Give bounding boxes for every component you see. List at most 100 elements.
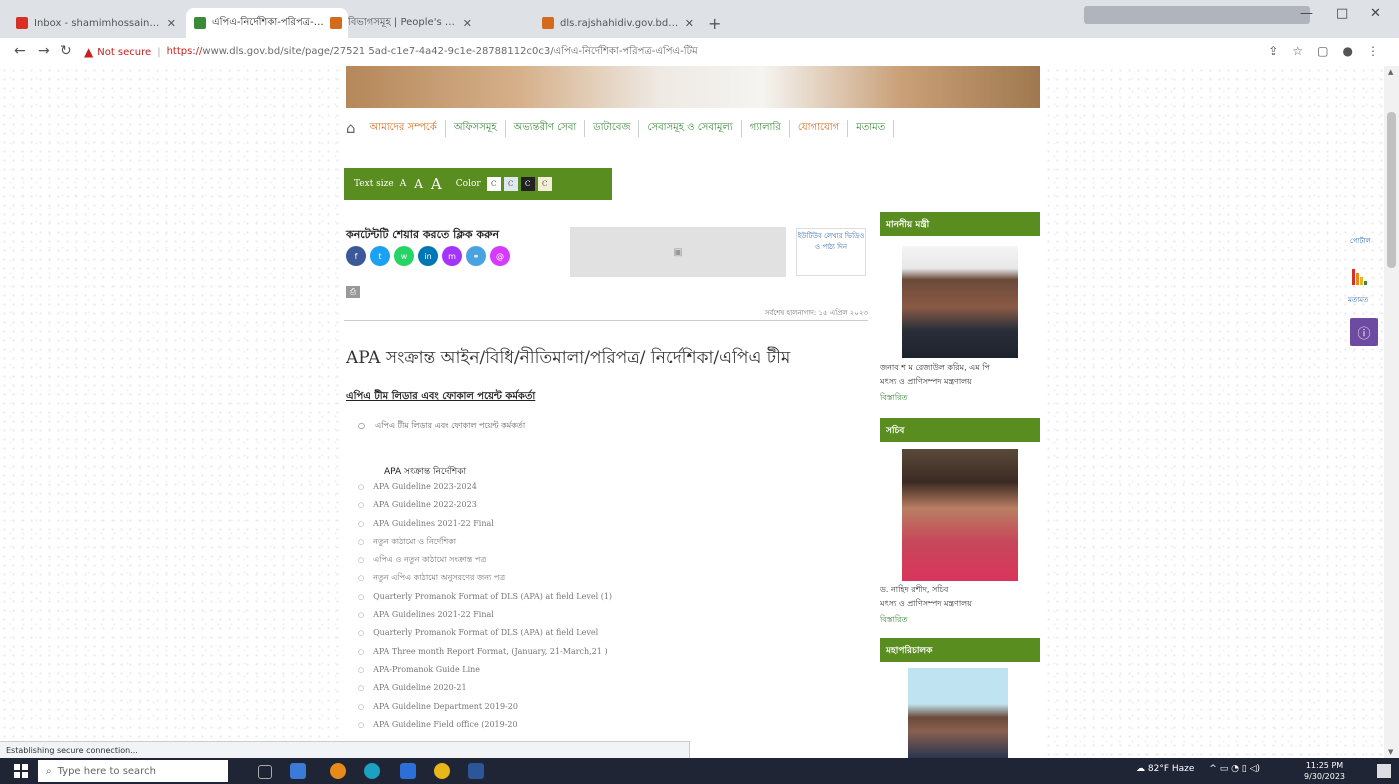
list-item[interactable]: নতুন কাঠামো ও নির্দেশিকা <box>358 533 612 551</box>
tab-close-icon[interactable]: ✕ <box>167 17 176 30</box>
messenger-icon[interactable]: m <box>442 246 462 266</box>
list-item[interactable]: APA Guideline 2022-2023 <box>358 496 612 514</box>
feedback-label[interactable]: মতামত <box>1348 294 1368 306</box>
word-icon[interactable] <box>468 763 484 779</box>
home-icon[interactable]: ⌂ <box>346 119 356 137</box>
guideline-list: APA Guideline 2023-2024APA Guideline 202… <box>358 478 612 734</box>
text-size-large[interactable]: A <box>431 175 442 193</box>
edge-icon[interactable] <box>364 763 380 779</box>
facebook-icon[interactable]: f <box>346 246 366 266</box>
menu-item[interactable]: ডাটাবেজ <box>585 119 640 137</box>
color-scheme-button[interactable]: C <box>520 177 535 191</box>
image-placeholder-icon: ▣ <box>673 246 683 258</box>
tray-icons[interactable]: ^ ▭ ◔ ▯ ◁) <box>1209 764 1260 774</box>
scroll-up-icon[interactable]: ▲ <box>1388 68 1393 76</box>
secretary-photo <box>902 449 1018 581</box>
list-item[interactable]: APA Guidelines 2021-22 Final <box>358 606 612 624</box>
list-item[interactable]: APA Guidelines 2021-22 Final <box>358 515 612 533</box>
text-size-medium[interactable]: A <box>414 177 423 191</box>
browser-app-icon[interactable] <box>330 763 346 779</box>
clock[interactable]: 11:25 PM 9/30/2023 <box>1304 760 1345 782</box>
print-icon[interactable]: ⎙ <box>346 286 360 298</box>
security-label[interactable]: Not secure <box>97 47 151 58</box>
chrome-icon[interactable] <box>434 763 450 779</box>
list-item[interactable]: APA Three month Report Format, (January,… <box>358 643 612 661</box>
tab-close-icon[interactable]: ✕ <box>463 17 472 30</box>
list-item[interactable]: নতুন এপিএ কাঠামো অনুসরণের জন্য পত্র <box>358 569 612 587</box>
section-heading-team: এপিএ টীম লিডার এবং ফোকাল পয়েন্ট কর্মকর্… <box>346 391 536 402</box>
portal-label[interactable]: পোর্টাল <box>1350 235 1371 247</box>
email-icon[interactable]: @ <box>490 246 510 266</box>
minimize-button[interactable]: — <box>1300 6 1313 21</box>
menu-item[interactable]: অফিসসমূহ <box>446 119 506 137</box>
list-item[interactable]: Quarterly Promanok Format of DLS (APA) a… <box>358 624 612 642</box>
start-windows-icon[interactable] <box>14 764 28 778</box>
task-view-icon[interactable] <box>258 765 272 779</box>
taskbar-search-placeholder: Type here to search <box>57 765 156 777</box>
minister-details-link[interactable]: বিস্তারিত <box>880 392 908 405</box>
tab-close-icon[interactable]: ✕ <box>685 17 694 30</box>
taskbar-search[interactable]: ⌕ Type here to search <box>38 760 228 782</box>
back-icon[interactable]: ← <box>14 43 26 59</box>
share-icon[interactable]: ⇪ <box>1268 44 1278 58</box>
chart-icon[interactable] <box>1351 267 1371 287</box>
decorative-pattern-left <box>0 66 340 758</box>
warning-icon: ▲ <box>84 45 94 59</box>
bookmark-star-icon[interactable]: ☆ <box>1292 44 1303 58</box>
tab-favicon-icon <box>330 17 342 29</box>
close-window-button[interactable]: ✕ <box>1370 6 1381 21</box>
team-leader-link[interactable]: এপিএ টীম লিডার এবং ফোকাল পয়েন্ট কর্মকর্… <box>375 421 525 430</box>
reload-icon[interactable]: ↻ <box>60 43 72 59</box>
color-scheme-button[interactable]: C <box>537 177 552 191</box>
list-item[interactable]: এপিএ ও নতুন কাঠামো সংক্রান্ত পত্র <box>358 551 612 569</box>
menu-dots-icon[interactable]: ⋮ <box>1367 44 1379 58</box>
embedded-media-placeholder[interactable]: ▣ <box>570 227 786 277</box>
list-item[interactable]: APA Guideline Field office (2019-20 <box>358 716 612 734</box>
menu-item[interactable]: সেবাসমূহ ও সেবামূল্য <box>639 119 742 137</box>
notification-icon[interactable] <box>1377 764 1391 778</box>
secretary-details-link[interactable]: বিস্তারিত <box>880 614 908 627</box>
link-icon[interactable]: ⚭ <box>466 246 486 266</box>
vertical-scrollbar[interactable]: ▲ ▼ <box>1384 66 1399 758</box>
file-explorer-icon[interactable] <box>290 763 306 779</box>
forward-icon[interactable]: → <box>38 43 50 59</box>
secretary-name: ড. নাহিদ রশীদ, সচিব <box>880 585 949 594</box>
address-bar[interactable]: ▲ Not secure | https://www.dls.gov.bd/si… <box>84 42 1304 62</box>
zoom-icon[interactable] <box>400 763 416 779</box>
weather-text[interactable]: 82°F Haze <box>1148 764 1195 774</box>
menu-item[interactable]: মতামত <box>848 119 895 137</box>
list-item[interactable]: Quarterly Promanok Format of DLS (APA) a… <box>358 588 612 606</box>
whatsapp-icon[interactable]: w <box>394 246 414 266</box>
browser-tab[interactable]: বিভাগসমূহ | People's Republic ✕ <box>322 8 480 38</box>
accessibility-toolbar: Text size A A A Color CCCC <box>344 168 612 200</box>
url-text[interactable]: https://www.dls.gov.bd/site/page/27521 5… <box>167 44 698 61</box>
list-item[interactable]: APA-Promanok Guide Line <box>358 661 612 679</box>
info-icon[interactable]: ⓘ <box>1350 318 1378 346</box>
list-item[interactable]: APA Guideline 2020-21 <box>358 679 612 697</box>
clock-time: 11:25 PM <box>1305 761 1344 770</box>
menu-item[interactable]: আমাদের সম্পর্কে <box>362 119 446 137</box>
tab-grid-icon[interactable]: ▢ <box>1317 44 1328 58</box>
new-tab-button[interactable]: + <box>708 14 721 33</box>
color-scheme-button[interactable]: C <box>486 177 501 191</box>
maximize-button[interactable]: □ <box>1336 6 1348 21</box>
tab-search-area <box>1084 6 1310 24</box>
youtube-link[interactable]: ইউটিউব লেখার ভিডিও ও পাঠ্য দিন <box>796 228 866 276</box>
list-item[interactable]: APA Guideline 2023-2024 <box>358 478 612 496</box>
scroll-down-icon[interactable]: ▼ <box>1388 748 1393 756</box>
browser-tab[interactable]: dls.rajshahidiv.gov.bd/bn/site/p ✕ <box>534 8 702 38</box>
browser-tab[interactable]: Inbox - shamimhossainmsf@gm ✕ <box>8 8 184 38</box>
menu-item[interactable]: যোগাযোগ <box>790 119 849 137</box>
text-size-small[interactable]: A <box>400 179 407 189</box>
tab-favicon-icon <box>194 17 206 29</box>
list-item[interactable]: ○ এপিএ টীম লিডার এবং ফোকাল পয়েন্ট কর্মক… <box>358 420 525 433</box>
scroll-thumb[interactable] <box>1387 112 1396 268</box>
list-item[interactable]: APA Guideline Department 2019-20 <box>358 698 612 716</box>
menu-item[interactable]: গ্যালারি <box>742 119 790 137</box>
menu-item[interactable]: অভ্যন্তরীণ সেবা <box>506 119 586 137</box>
color-scheme-button[interactable]: C <box>503 177 518 191</box>
twitter-icon[interactable]: t <box>370 246 390 266</box>
profile-avatar-icon[interactable]: ● <box>1343 44 1353 58</box>
social-share-buttons: f t w in m ⚭ @ <box>346 246 510 266</box>
linkedin-icon[interactable]: in <box>418 246 438 266</box>
